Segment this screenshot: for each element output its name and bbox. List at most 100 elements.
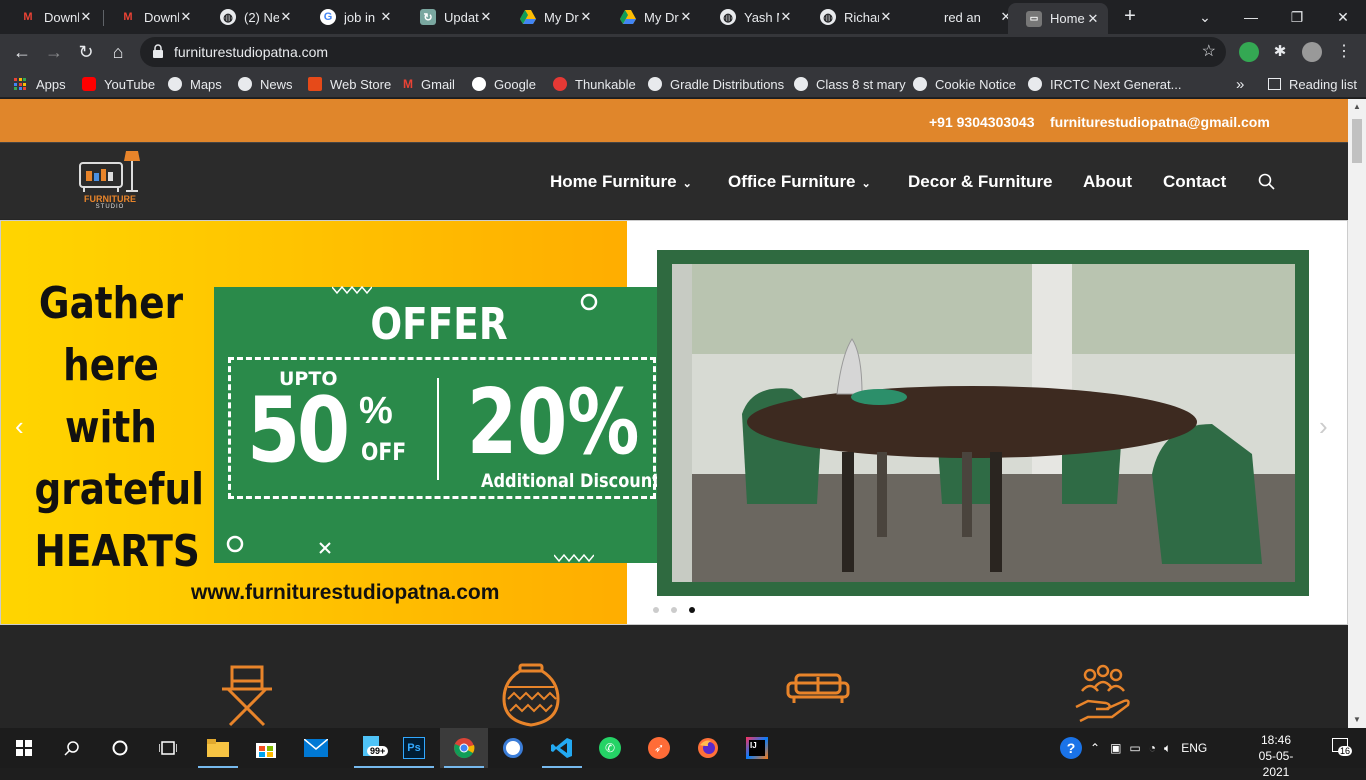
circle-decoration xyxy=(580,293,598,311)
home-button[interactable]: ⌂ xyxy=(106,40,130,64)
bookmark-gradle[interactable]: Gradle Distributions xyxy=(648,75,784,93)
bookmark-class8[interactable]: Class 8 st mary xyxy=(794,75,906,93)
close-window-button[interactable]: ✕ xyxy=(1320,0,1366,34)
bookmark-thunkable[interactable]: Thunkable xyxy=(553,75,636,93)
browser-tab-6[interactable]: My Dri ✕ xyxy=(502,3,601,31)
slider-dot[interactable] xyxy=(671,607,677,613)
browser-tab-4[interactable]: G job in ✕ xyxy=(302,3,401,31)
bookmark-label: Gmail xyxy=(421,76,455,92)
phone-link[interactable]: +91 9304303043 xyxy=(929,114,1035,130)
bookmark-youtube[interactable]: YouTube xyxy=(82,75,155,93)
help-icon[interactable]: ? xyxy=(1060,737,1082,759)
volume-icon[interactable]: 🔈︎ xyxy=(1164,741,1171,756)
photoshop-button[interactable]: Ps xyxy=(390,728,438,768)
reload-button[interactable]: ↻ xyxy=(74,40,98,64)
new-tab-button[interactable]: + xyxy=(1118,5,1142,29)
back-button[interactable]: ← xyxy=(10,40,34,64)
intellij-button[interactable]: IJ xyxy=(733,728,781,768)
bookmark-google[interactable]: Google xyxy=(472,75,536,93)
camera-icon[interactable]: ▣ xyxy=(1110,741,1121,755)
bookmark-maps[interactable]: Maps xyxy=(168,75,222,93)
close-icon[interactable]: ✕ xyxy=(679,9,693,25)
tab-title: Richar xyxy=(844,9,879,25)
scroll-down-arrow[interactable]: ▼ xyxy=(1348,712,1366,728)
browser-tab-8[interactable]: ◍ Yash M ✕ xyxy=(702,3,801,31)
scroll-thumb[interactable] xyxy=(1352,119,1362,163)
address-bar[interactable]: furniturestudiopatna.com ☆ xyxy=(140,37,1226,67)
language-indicator[interactable]: ENG xyxy=(1181,741,1207,755)
nav-about[interactable]: About xyxy=(1083,172,1132,192)
taskbar-search-button[interactable] xyxy=(48,728,96,768)
close-icon[interactable]: ✕ xyxy=(779,9,793,25)
forward-button[interactable]: → xyxy=(42,40,66,64)
task-view-button[interactable] xyxy=(144,728,192,768)
mail-button[interactable] xyxy=(292,728,340,768)
slider-next-arrow[interactable]: › xyxy=(1319,411,1328,442)
browser-tab-9[interactable]: ◍ Richar ✕ xyxy=(802,3,901,31)
browser-tab-1[interactable]: M Downl ✕ xyxy=(2,3,101,31)
bookmark-cookie-notice[interactable]: Cookie Notice xyxy=(913,75,1016,93)
slider-prev-arrow[interactable]: ‹ xyxy=(15,411,24,442)
bookmark-apps[interactable]: Apps xyxy=(14,75,66,93)
email-link[interactable]: furniturestudiopatna@gmail.com xyxy=(1050,114,1270,130)
browser-tab-active[interactable]: ▭ Home ✕ xyxy=(1008,3,1108,34)
wifi-icon[interactable]: ◔ xyxy=(1149,741,1156,755)
close-icon[interactable]: ✕ xyxy=(879,9,893,25)
nav-home-furniture[interactable]: Home Furniture ⌄ xyxy=(550,172,692,192)
search-icon[interactable] xyxy=(1258,173,1276,191)
tab-title: red an xyxy=(944,9,981,25)
slider-dot-active[interactable] xyxy=(689,607,695,613)
store-button[interactable] xyxy=(242,728,290,768)
more-bookmarks-button[interactable]: » xyxy=(1236,75,1244,93)
avatar[interactable] xyxy=(1302,42,1322,62)
tab-search-icon[interactable]: ⌄ xyxy=(1182,0,1228,34)
bookmark-news[interactable]: News xyxy=(238,75,293,93)
bookmark-label: IRCTC Next Generat... xyxy=(1050,76,1182,92)
menu-icon[interactable]: ⋮ xyxy=(1334,42,1354,62)
browser-tab-3[interactable]: ◍ (2) Ne ✕ xyxy=(202,3,301,31)
decor-pot-icon xyxy=(502,663,560,727)
close-icon[interactable]: ✕ xyxy=(79,9,93,25)
close-icon[interactable]: ✕ xyxy=(479,9,493,25)
site-logo[interactable]: FURNITURE STUDIO xyxy=(76,149,144,215)
app-button[interactable] xyxy=(489,728,537,768)
postman-button[interactable]: ➶ xyxy=(635,728,683,768)
close-icon[interactable]: ✕ xyxy=(1086,11,1100,27)
close-icon[interactable]: ✕ xyxy=(579,9,593,25)
nav-office-furniture[interactable]: Office Furniture ⌄ xyxy=(728,172,871,192)
firefox-button[interactable] xyxy=(684,728,732,768)
close-icon[interactable]: ✕ xyxy=(179,9,193,25)
browser-tab-7[interactable]: My Dri ✕ xyxy=(602,3,701,31)
browser-tab-5[interactable]: ↻ Updat ✕ xyxy=(402,3,501,31)
browser-tab-10[interactable]: red an ✕ xyxy=(922,3,1021,31)
close-icon[interactable]: ✕ xyxy=(279,9,293,25)
slider-dot[interactable] xyxy=(653,607,659,613)
close-icon[interactable]: ✕ xyxy=(379,9,393,25)
bookmark-gmail[interactable]: M Gmail xyxy=(403,75,455,93)
bookmark-star-icon[interactable]: ☆ xyxy=(1202,41,1216,61)
whatsapp-button[interactable]: ✆ xyxy=(586,728,634,768)
action-center-button[interactable]: 16 xyxy=(1318,728,1366,768)
bookmark-web-store[interactable]: Web Store xyxy=(308,75,391,93)
puzzle-icon[interactable]: ✱ xyxy=(1270,42,1290,62)
minimize-button[interactable]: — xyxy=(1228,0,1274,34)
photoshop-icon: Ps xyxy=(403,737,425,759)
restore-button[interactable]: ❐ xyxy=(1274,0,1320,34)
reading-list-button[interactable]: Reading list xyxy=(1268,75,1357,93)
nav-contact[interactable]: Contact xyxy=(1163,172,1226,192)
nav-decor-furniture[interactable]: Decor & Furniture xyxy=(908,172,1053,192)
cortana-button[interactable] xyxy=(96,728,144,768)
bookmark-irctc[interactable]: IRCTC Next Generat... xyxy=(1028,75,1181,93)
extension-icon[interactable] xyxy=(1239,42,1259,62)
page-scrollbar[interactable]: ▲ ▼ xyxy=(1348,99,1366,728)
chrome-button[interactable] xyxy=(440,728,488,768)
vscode-button[interactable] xyxy=(538,728,586,768)
start-button[interactable] xyxy=(0,728,48,768)
system-tray: ? ⌃ ▣ ▭ ◔ 🔈︎ ENG xyxy=(1060,728,1207,768)
chevron-up-icon[interactable]: ⌃ xyxy=(1090,741,1100,755)
browser-tab-2[interactable]: M Downl ✕ xyxy=(102,3,201,31)
battery-icon[interactable]: ▭ xyxy=(1129,741,1140,755)
file-explorer-button[interactable] xyxy=(194,728,242,768)
taskbar-clock[interactable]: 18:46 05-05-2021 xyxy=(1250,732,1302,780)
scroll-up-arrow[interactable]: ▲ xyxy=(1348,99,1366,115)
